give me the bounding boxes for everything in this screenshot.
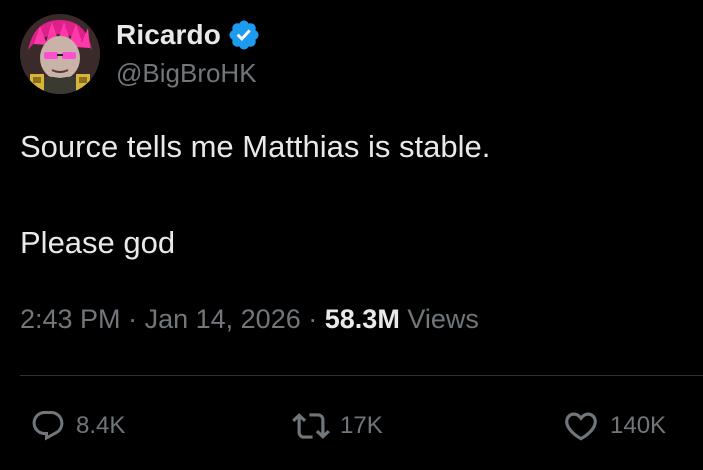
- tweet-header: Ricardo @BigBroHK: [20, 14, 683, 98]
- author-names: Ricardo @BigBroHK: [116, 16, 261, 89]
- action-bar: 8.4K 17K 140K: [20, 404, 683, 448]
- like-count: 140K: [610, 412, 667, 439]
- reply-button[interactable]: 8.4K: [30, 404, 125, 448]
- repost-count: 17K: [340, 412, 383, 439]
- views-count: 58.3M: [324, 304, 400, 334]
- avatar-image: [20, 14, 100, 94]
- tweet-card: Ricardo @BigBroHK Source tells me Matthi…: [20, 14, 703, 470]
- reply-icon: [32, 411, 64, 441]
- tweet-text: Source tells me Matthias is stable. Plea…: [20, 128, 490, 262]
- tweet-text-line: Source tells me Matthias is stable.: [20, 129, 491, 164]
- avatar[interactable]: [20, 14, 100, 94]
- verified-badge-icon[interactable]: [227, 18, 261, 52]
- tweet-time[interactable]: 2:43 PM: [20, 304, 121, 334]
- like-button[interactable]: 140K: [562, 404, 666, 448]
- author-handle[interactable]: @BigBroHK: [116, 58, 261, 89]
- repost-button[interactable]: 17K: [292, 404, 383, 448]
- tweet-date[interactable]: Jan 14, 2026: [145, 304, 301, 334]
- heart-icon: [565, 412, 597, 441]
- display-name[interactable]: Ricardo: [116, 19, 221, 51]
- meta-separator: ·: [308, 304, 318, 334]
- repost-icon: [292, 413, 330, 439]
- tweet-text-line: Please god: [20, 225, 176, 260]
- divider: [20, 375, 703, 376]
- views-label: Views: [407, 304, 479, 334]
- tweet-meta: 2:43 PM · Jan 14, 2026 · 58.3M Views: [20, 304, 479, 335]
- display-name-row: Ricardo: [116, 16, 261, 54]
- reply-count: 8.4K: [76, 412, 126, 439]
- meta-separator: ·: [128, 304, 138, 334]
